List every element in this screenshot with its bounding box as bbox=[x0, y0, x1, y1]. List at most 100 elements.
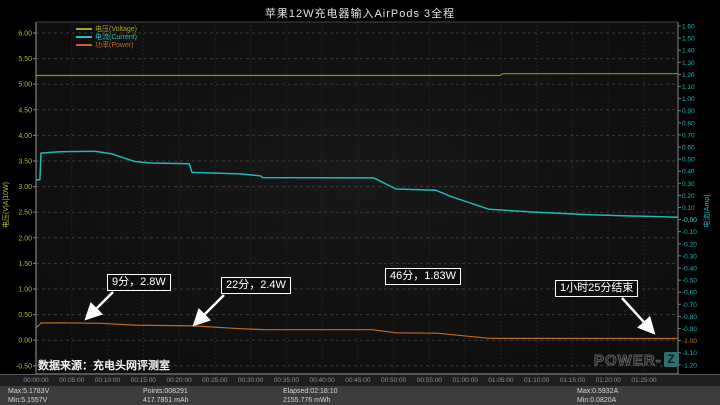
left-tick-label: 3.00 bbox=[18, 184, 32, 191]
left-axis-label: 电压(V|A|10W) bbox=[1, 182, 10, 228]
left-tick-label: 4.50 bbox=[18, 107, 32, 114]
right-tick-label: 1.40 bbox=[682, 48, 695, 55]
powerz-logo-z-badge: Z bbox=[664, 352, 679, 367]
x-tick-label: 00:35:00 bbox=[274, 377, 299, 384]
right-tick-label: -0.80 bbox=[682, 314, 697, 321]
x-tick-label: 00:55:00 bbox=[417, 377, 442, 384]
capacity-mah: 417.7851 mAh bbox=[143, 396, 189, 405]
legend-label: 电压(Voltage) bbox=[95, 26, 137, 33]
right-tick-label: -0.20 bbox=[682, 241, 697, 248]
right-tick-label: -1.00 bbox=[682, 338, 697, 345]
right-tick-label: 0.90 bbox=[682, 108, 695, 115]
elapsed-time: Elapsed:02:18:10 bbox=[283, 387, 338, 396]
right-tick-label: -0.60 bbox=[682, 290, 697, 297]
right-tick-label: -0.70 bbox=[682, 302, 697, 309]
right-tick-label: 1.30 bbox=[682, 60, 695, 67]
right-axis-label: 电流(Amp) bbox=[702, 194, 711, 227]
left-tick-label: 5.00 bbox=[18, 82, 32, 89]
right-tick-label: -0.90 bbox=[682, 326, 697, 333]
plot-area[interactable] bbox=[36, 22, 678, 374]
annotation-callout: 46分，1.83W bbox=[385, 268, 461, 285]
right-tick-label: 1.60 bbox=[682, 24, 695, 31]
x-tick-label: 00:40:00 bbox=[309, 377, 334, 384]
x-tick-label: 00:05:00 bbox=[59, 377, 84, 384]
left-tick-label: -0.50 bbox=[16, 363, 32, 370]
x-tick-label: 01:10:00 bbox=[524, 377, 549, 384]
left-tick-label: 2.00 bbox=[18, 235, 32, 242]
right-tick-label: -0.50 bbox=[682, 278, 697, 285]
status-voltage-stats: Max:5.1783V Min:5.1557V bbox=[8, 387, 49, 405]
chart-canvas: 6.00 5.50 5.00 4.50 4.00 3.50 3.00 2.50 2.00 1.50… bbox=[0, 0, 720, 405]
x-tick-label: 01:20:00 bbox=[596, 377, 621, 384]
left-tick-label: 1.50 bbox=[18, 261, 32, 268]
legend-item-power: 功率(Power) bbox=[76, 42, 137, 50]
right-tick-label: 0.70 bbox=[682, 132, 695, 139]
current-max: Max:0.5932A bbox=[577, 387, 618, 396]
powerz-logo-text: POWER- bbox=[594, 352, 662, 369]
right-tick-label: -0.00 bbox=[682, 217, 697, 224]
right-tick-label: 1.00 bbox=[682, 96, 695, 103]
powerz-chart-window: 苹果12W充电器输入AirPods 3全程 6.005.505.004.504.… bbox=[0, 0, 720, 405]
x-tick-label: 00:45:00 bbox=[345, 377, 370, 384]
right-tick-label: 0.10 bbox=[682, 205, 695, 212]
right-axis-ticks: 1.60 1.50 1.40 1.30 1.20 1.10 1.00 0.90 0.80 0.70… bbox=[678, 24, 697, 382]
legend-label: 电流(Current) bbox=[95, 34, 137, 41]
current-line-swatch bbox=[76, 36, 92, 38]
legend-label: 功率(Power) bbox=[95, 42, 134, 49]
annotation-callout: 22分，2.4W bbox=[221, 277, 291, 294]
powerz-logo: POWER-Z bbox=[594, 352, 679, 370]
x-tick-label: 00:00:00 bbox=[23, 377, 48, 384]
status-sample-stats: Points:008291 417.7851 mAh bbox=[143, 387, 189, 405]
right-tick-label: 1.10 bbox=[682, 84, 695, 91]
x-tick-label: 01:15:00 bbox=[560, 377, 585, 384]
x-tick-label: 00:10:00 bbox=[95, 377, 120, 384]
left-tick-label: 5.50 bbox=[18, 56, 32, 63]
status-bar: Max:5.1783V Min:5.1557V Points:008291 41… bbox=[0, 386, 720, 405]
right-tick-label: -0.40 bbox=[682, 266, 697, 273]
right-tick-label: 0.60 bbox=[682, 145, 695, 152]
left-axis-ticks: 6.00 5.50 5.00 4.50 4.00 3.50 3.00 2.50 2.00 1.50… bbox=[16, 31, 36, 371]
voltage-min: Min:5.1557V bbox=[8, 396, 49, 405]
left-tick-label: 6.00 bbox=[18, 31, 32, 38]
voltage-max: Max:5.1783V bbox=[8, 387, 49, 396]
x-tick-label: 00:25:00 bbox=[202, 377, 227, 384]
current-min: Min:0.0820A bbox=[577, 396, 618, 405]
voltage-line-swatch bbox=[76, 28, 92, 30]
x-tick-label: 01:25:00 bbox=[631, 377, 656, 384]
right-tick-label: 0.40 bbox=[682, 169, 695, 176]
x-axis-strip: 00:00:00 00:05:00 00:10:00 00:15:00 00:20:00… bbox=[0, 374, 720, 386]
energy-mwh: 2155.776 mWh bbox=[283, 396, 338, 405]
right-tick-label: 0.50 bbox=[682, 157, 695, 164]
left-tick-label: 0.00 bbox=[18, 338, 32, 345]
left-tick-label: 0.50 bbox=[18, 312, 32, 319]
data-source-note: 数据来源：充电头网评测室 bbox=[38, 357, 170, 373]
x-tick-label: 01:00:00 bbox=[453, 377, 478, 384]
right-tick-label: -0.10 bbox=[682, 229, 697, 236]
left-tick-label: 2.50 bbox=[18, 210, 32, 217]
right-tick-label: 0.30 bbox=[682, 181, 695, 188]
annotation-callout: 9分，2.8W bbox=[107, 274, 171, 291]
x-tick-label: 00:15:00 bbox=[131, 377, 156, 384]
points-count: Points:008291 bbox=[143, 387, 189, 396]
left-tick-label: 3.50 bbox=[18, 159, 32, 166]
left-tick-label: 4.00 bbox=[18, 133, 32, 140]
legend: 电压(Voltage) 电流(Current) 功率(Power) bbox=[76, 26, 137, 50]
x-tick-label: 00:30:00 bbox=[238, 377, 263, 384]
x-tick-label: 00:50:00 bbox=[381, 377, 406, 384]
legend-item-current: 电流(Current) bbox=[76, 34, 137, 42]
left-tick-label: 1.00 bbox=[18, 287, 32, 294]
status-current-stats: Max:0.5932A Min:0.0820A bbox=[577, 387, 618, 405]
x-tick-label: 00:20:00 bbox=[166, 377, 191, 384]
annotation-callout: 1小时25分结束 bbox=[555, 280, 638, 297]
right-tick-label: 0.20 bbox=[682, 193, 695, 200]
power-line-swatch bbox=[76, 44, 92, 46]
right-tick-label: 1.50 bbox=[682, 36, 695, 43]
x-tick-label: 01:05:00 bbox=[488, 377, 513, 384]
legend-item-voltage: 电压(Voltage) bbox=[76, 26, 137, 34]
right-tick-label: 1.20 bbox=[682, 72, 695, 79]
right-tick-label: -0.30 bbox=[682, 253, 697, 260]
right-tick-label: -1.10 bbox=[682, 350, 697, 357]
status-elapsed-stats: Elapsed:02:18:10 2155.776 mWh bbox=[283, 387, 338, 405]
right-tick-label: -1.20 bbox=[682, 362, 697, 369]
right-tick-label: 0.80 bbox=[682, 120, 695, 127]
